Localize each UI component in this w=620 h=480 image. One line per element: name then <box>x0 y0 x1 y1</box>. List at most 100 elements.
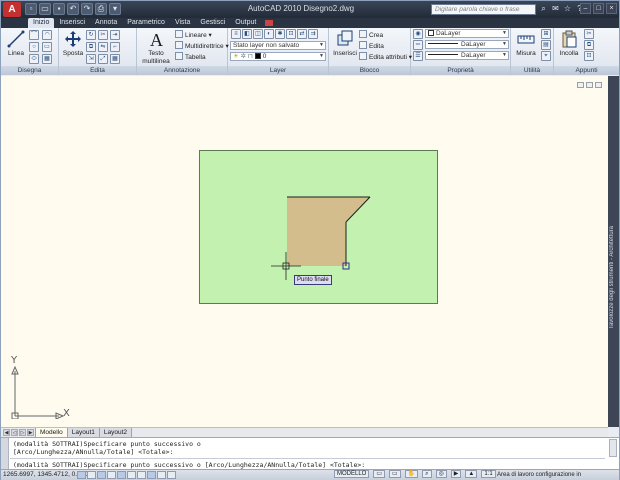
scale-icon[interactable]: ⤢ <box>98 54 108 64</box>
last-layout-icon[interactable]: ▶ <box>27 429 34 436</box>
panel-blocco-title[interactable]: Blocco <box>329 66 410 75</box>
cut-icon[interactable]: ✂ <box>584 29 594 39</box>
sposta-button[interactable]: Sposta <box>60 29 86 58</box>
qp-toggle[interactable] <box>167 471 176 479</box>
application-menu-button[interactable]: A <box>3 2 21 17</box>
circle-icon[interactable]: ○ <box>29 42 39 52</box>
edita-attributi-button[interactable]: Edita attributi ▾ <box>359 52 412 62</box>
panel-annotazione-title[interactable]: Annotazione <box>137 66 227 75</box>
mirror-icon[interactable]: ⇋ <box>98 42 108 52</box>
layer-walk-icon[interactable]: ⇉ <box>308 29 318 39</box>
drawing-area[interactable]: Punto finale Y X <box>1 76 608 427</box>
tab-output[interactable]: Output <box>230 18 261 28</box>
model-space-button[interactable]: MODELLO <box>334 470 370 478</box>
multidirettrice-button[interactable]: Multidirettrice ▾ <box>175 41 229 51</box>
grid-toggle[interactable] <box>87 471 96 479</box>
tab-inizio[interactable]: Inizio <box>28 18 55 28</box>
linea-button[interactable]: Linea <box>3 29 29 58</box>
polyline-icon[interactable]: ⌒ <box>29 30 39 40</box>
dyn-toggle[interactable] <box>147 471 156 479</box>
layer-state-dropdown[interactable]: Stato layer non salvato ▼ <box>230 41 326 50</box>
maximize-icon[interactable]: □ <box>593 3 604 14</box>
osnap-toggle[interactable] <box>117 471 126 479</box>
minimize-icon[interactable]: – <box>580 3 591 14</box>
rectangle-icon[interactable]: ▭ <box>42 42 52 52</box>
copy-clip-icon[interactable]: ⧉ <box>584 40 594 50</box>
tab-parametrico[interactable]: Parametrico <box>122 18 170 28</box>
tab-inserisci[interactable]: Inserisci <box>54 18 90 28</box>
tabella-button[interactable]: Tabella <box>175 52 206 62</box>
layer-state-icon[interactable]: ◧ <box>242 29 252 39</box>
panel-edita-title[interactable]: Edita <box>59 66 136 75</box>
fillet-icon[interactable]: ⌐ <box>110 42 120 52</box>
panel-appunti-title[interactable]: Appunti <box>554 66 619 75</box>
quick-view-layouts-icon[interactable]: ▭ <box>373 470 386 478</box>
lwt-toggle[interactable] <box>157 471 166 479</box>
close-icon[interactable]: × <box>606 3 617 14</box>
quick-select-icon[interactable]: ⊞ <box>541 29 551 39</box>
qat-dropdown-icon[interactable]: ▾ <box>109 3 121 15</box>
search-icon[interactable]: ⌕ <box>539 4 548 13</box>
stretch-icon[interactable]: ⇲ <box>86 54 96 64</box>
panel-layer-title[interactable]: Layer <box>228 66 328 75</box>
save-icon[interactable]: ▪ <box>53 3 65 15</box>
ellipse-icon[interactable]: ⬭ <box>29 54 39 64</box>
open-icon[interactable]: ▭ <box>39 3 51 15</box>
polar-toggle[interactable] <box>107 471 116 479</box>
inserisci-button[interactable]: Inserisci <box>331 29 359 58</box>
next-layout-icon[interactable]: ▷ <box>19 429 26 436</box>
tool-palette-strip[interactable]: Tavolozze degli strumenti - Architettura <box>608 76 619 427</box>
layer-isolate-icon[interactable]: ◫ <box>253 29 263 39</box>
command-prompt[interactable]: (modalità SOTTRAI)Specificare punto succ… <box>13 461 365 469</box>
panel-utilita-title[interactable]: Utilità <box>511 66 553 75</box>
layer-dropdown[interactable]: ☀ ✲ ⊓ 0 ▼ <box>230 52 326 61</box>
panel-disegna-title[interactable]: Disegna <box>1 66 58 75</box>
tab-vista[interactable]: Vista <box>170 18 195 28</box>
command-line-grip[interactable] <box>1 438 9 470</box>
array-icon[interactable]: ▦ <box>110 54 120 64</box>
subscription-icon[interactable]: ✉ <box>551 4 560 13</box>
tab-annota[interactable]: Annota <box>90 18 122 28</box>
steering-wheel-icon[interactable]: ◎ <box>435 470 447 478</box>
testo-multilinea-button[interactable]: A Testo multilinea <box>139 29 173 66</box>
linetype-dropdown[interactable]: DaLayer ▼ <box>425 40 509 49</box>
copy-base-icon[interactable]: ⊡ <box>584 51 594 61</box>
prev-layout-icon[interactable]: ◁ <box>11 429 18 436</box>
zoom-icon[interactable]: ⌕ <box>422 470 432 478</box>
lineweight-dropdown[interactable]: DaLayer ▼ <box>425 51 509 60</box>
snap-toggle[interactable] <box>77 471 86 479</box>
color-dropdown[interactable]: DaLayer ▼ <box>425 29 509 38</box>
quick-view-drawings-icon[interactable]: ▭ <box>389 470 401 478</box>
workspace-switcher[interactable]: Area di lavoro configurazione in <box>497 471 581 479</box>
ducs-toggle[interactable] <box>137 471 146 479</box>
pan-icon[interactable]: ✋ <box>404 470 419 478</box>
linetype-icon[interactable]: ═ <box>413 40 423 50</box>
match-properties-icon[interactable]: ◉ <box>413 29 423 39</box>
layer-lock-icon[interactable]: ⊡ <box>286 29 296 39</box>
id-point-icon[interactable]: ⌖ <box>541 51 551 61</box>
list-icon[interactable]: ☰ <box>413 51 423 61</box>
ribbon-minimize-icon[interactable] <box>265 20 274 26</box>
arc-icon[interactable]: ◠ <box>42 30 52 40</box>
edita-blocco-button[interactable]: Edita <box>359 41 384 51</box>
lineare-button[interactable]: Lineare ▾ <box>175 30 212 40</box>
incolla-button[interactable]: Incolla <box>555 29 583 58</box>
hatch-icon[interactable]: ▦ <box>42 54 52 64</box>
tab-gestisci[interactable]: Gestisci <box>195 18 230 28</box>
undo-icon[interactable]: ↶ <box>67 3 79 15</box>
trim-icon[interactable]: ✂ <box>98 30 108 40</box>
tan-subtracted-shape[interactable] <box>287 197 370 266</box>
annotation-scale-icon[interactable]: ▲ <box>465 470 478 478</box>
layer-properties-icon[interactable]: ≡ <box>231 29 241 39</box>
extend-icon[interactable]: ⇥ <box>110 30 120 40</box>
layer-match-icon[interactable]: ⇄ <box>297 29 307 39</box>
panel-proprieta-title[interactable]: Proprietà <box>411 66 510 75</box>
calculator-icon[interactable]: ▤ <box>541 40 551 50</box>
layer-off-icon[interactable]: ◐ <box>264 29 274 39</box>
search-input[interactable]: Digitare parola chiave o frase <box>431 4 536 15</box>
showmotion-icon[interactable]: ▶ <box>450 470 462 478</box>
ortho-toggle[interactable] <box>97 471 106 479</box>
plot-icon[interactable]: ⎙ <box>95 3 107 15</box>
misura-button[interactable]: Misura <box>512 29 540 58</box>
first-layout-icon[interactable]: ◀ <box>3 429 10 436</box>
